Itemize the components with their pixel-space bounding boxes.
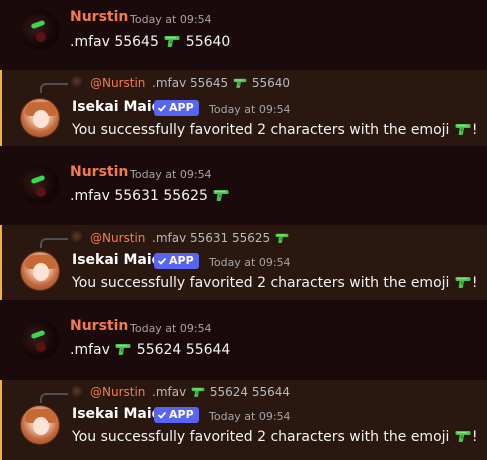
water-pistol-icon: [191, 386, 205, 397]
verified-check-icon: [157, 257, 167, 265]
reply-connector: [40, 83, 68, 93]
reply-preview[interactable]: .mfav 55624 55644: [152, 385, 290, 399]
water-pistol-icon: [115, 342, 131, 355]
reply-preview[interactable]: .mfav 55645 55640: [152, 76, 290, 90]
timestamp: Today at 09:54: [130, 168, 212, 181]
water-pistol-icon: [455, 429, 471, 442]
timestamp: Today at 09:54: [130, 322, 212, 335]
message: Nurstin Today at 09:54 .mfav 55631 55625: [0, 155, 487, 221]
reply-connector: [40, 393, 68, 403]
reply-avatar: [71, 230, 85, 244]
message-content: You successfully favorited 2 characters …: [72, 429, 478, 445]
author-name[interactable]: Nurstin: [70, 9, 128, 25]
reply-author[interactable]: @Nurstin: [90, 385, 145, 399]
verified-check-icon: [157, 411, 167, 419]
reply-author[interactable]: @Nurstin: [90, 76, 145, 90]
bot-reply-message: @Nurstin .mfav 55624 55644 Isekai Maid A…: [0, 380, 487, 460]
message-text: You successfully favorited 2 characters …: [72, 429, 450, 445]
author-name[interactable]: Isekai Maid: [72, 252, 162, 268]
author-name[interactable]: Nurstin: [70, 318, 128, 334]
author-name[interactable]: Isekai Maid: [72, 406, 162, 422]
badge-label: APP: [169, 101, 194, 114]
reply-connector: [40, 238, 68, 248]
message-suffix: !: [471, 275, 478, 291]
reply-text-pre: .mfav: [152, 385, 187, 399]
verified-check-icon: [157, 104, 167, 112]
message-content: .mfav 55631 55625: [70, 188, 230, 204]
badge-label: APP: [169, 408, 194, 421]
timestamp: Today at 09:54: [209, 410, 291, 423]
message-suffix: !: [471, 429, 478, 445]
badge-label: APP: [169, 254, 194, 267]
water-pistol-icon: [233, 77, 247, 88]
message-text-pre: .mfav: [70, 342, 110, 358]
user-avatar[interactable]: [20, 165, 60, 205]
water-pistol-icon: [213, 188, 229, 201]
app-badge: APP: [154, 407, 199, 423]
message-text: You successfully favorited 2 characters …: [72, 275, 450, 291]
reply-text-pre: .mfav 55645: [152, 76, 229, 90]
message: Nurstin Today at 09:54 .mfav 55645 55640: [0, 0, 487, 66]
message-text-post: 55640: [185, 34, 231, 50]
water-pistol-icon: [275, 232, 289, 243]
message-text-pre: .mfav 55645: [70, 34, 159, 50]
reply-preview[interactable]: .mfav 55631 55625: [152, 231, 290, 245]
timestamp: Today at 09:54: [209, 256, 291, 269]
message-text-post: 55624 55644: [136, 342, 231, 358]
bot-avatar[interactable]: [20, 98, 60, 138]
reply-text-post: 55640: [251, 76, 291, 90]
author-name[interactable]: Isekai Maid: [72, 99, 162, 115]
message-content: .mfav 55645 55640: [70, 34, 230, 50]
reply-avatar: [71, 75, 85, 89]
reply-text-post: 55624 55644: [209, 385, 291, 399]
reply-author[interactable]: @Nurstin: [90, 231, 145, 245]
message-content: You successfully favorited 2 characters …: [72, 122, 478, 138]
message: Nurstin Today at 09:54 .mfav 55624 55644: [0, 310, 487, 376]
user-avatar[interactable]: [20, 10, 60, 50]
water-pistol-icon: [455, 122, 471, 135]
bot-reply-message: @Nurstin .mfav 55631 55625 Isekai Maid A…: [0, 225, 487, 300]
timestamp: Today at 09:54: [130, 13, 212, 26]
app-badge: APP: [154, 253, 199, 269]
message-text-pre: .mfav 55631 55625: [70, 188, 208, 204]
user-avatar[interactable]: [20, 320, 60, 360]
message-content: .mfav 55624 55644: [70, 342, 230, 358]
message-suffix: !: [471, 122, 478, 138]
water-pistol-icon: [164, 34, 180, 47]
bot-avatar[interactable]: [20, 405, 60, 445]
message-content: You successfully favorited 2 characters …: [72, 275, 478, 291]
water-pistol-icon: [455, 275, 471, 288]
app-badge: APP: [154, 100, 199, 116]
reply-text-pre: .mfav 55631 55625: [152, 231, 271, 245]
author-name[interactable]: Nurstin: [70, 164, 128, 180]
bot-avatar[interactable]: [20, 251, 60, 291]
bot-reply-message: @Nurstin .mfav 55645 55640 Isekai Maid A…: [0, 70, 487, 146]
timestamp: Today at 09:54: [209, 103, 291, 116]
message-text: You successfully favorited 2 characters …: [72, 122, 450, 138]
reply-avatar: [71, 385, 85, 399]
